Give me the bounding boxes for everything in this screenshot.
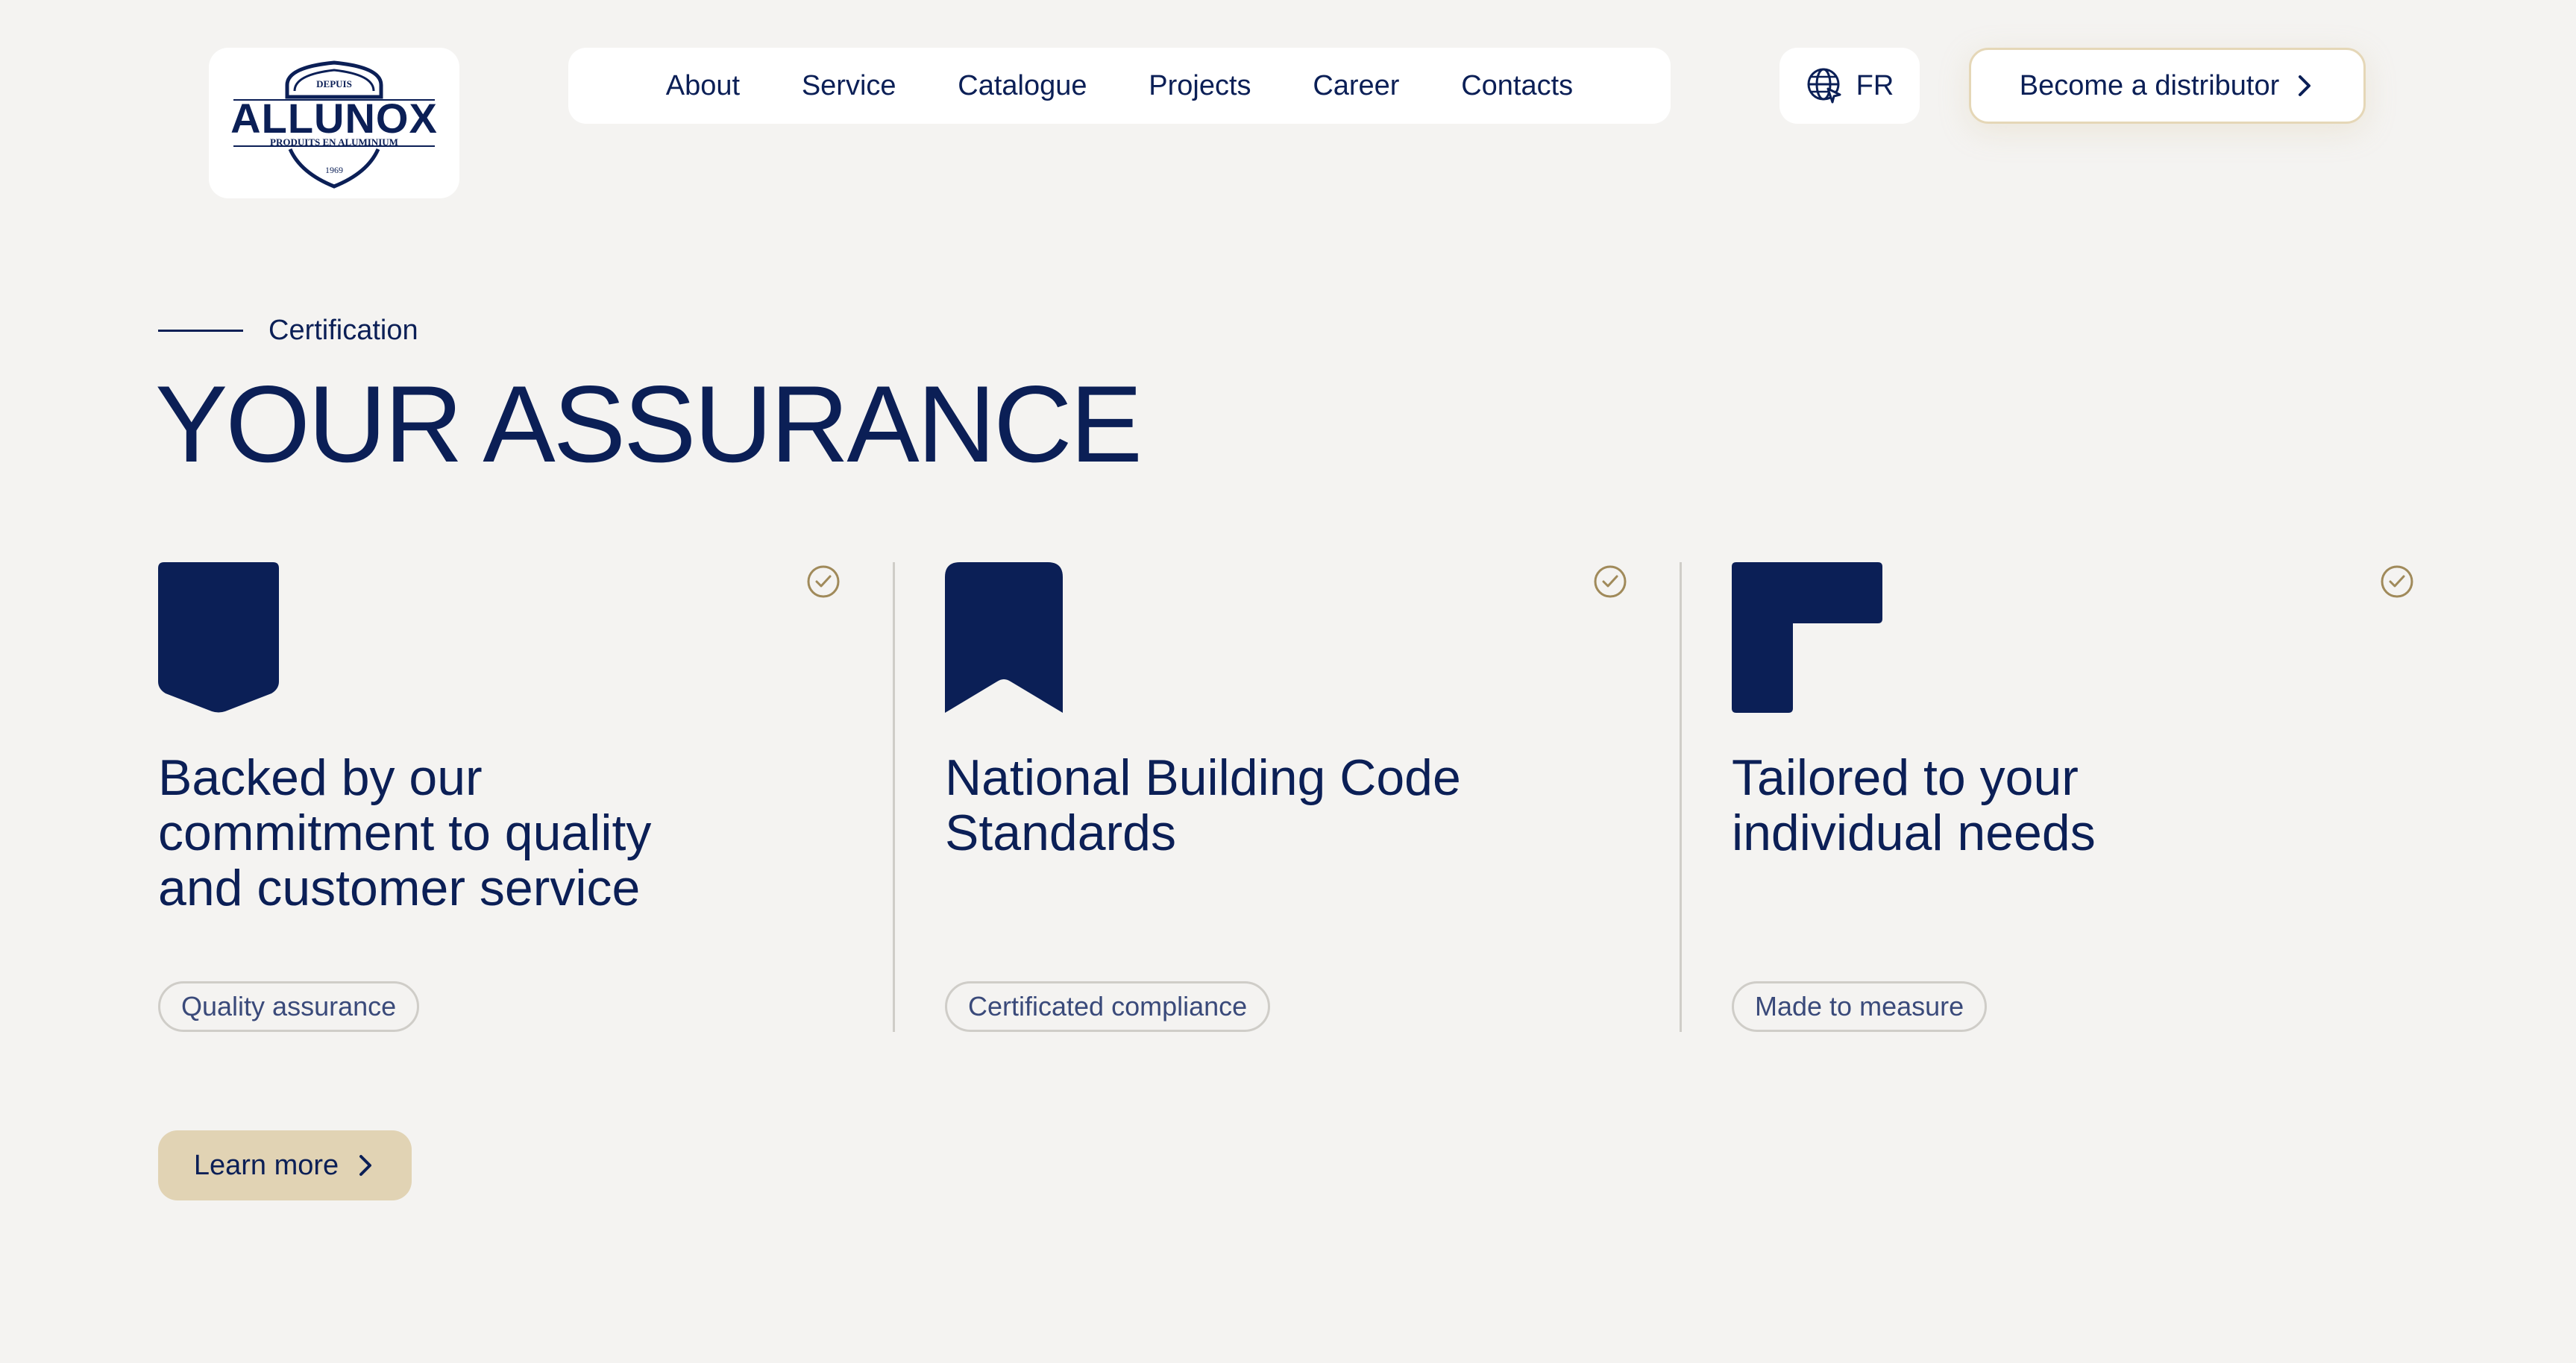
card-title: National Building Code Standards (945, 749, 1461, 861)
eyebrow-rule (158, 330, 243, 332)
logo-tagline: PRODUITS EN ALUMINIUM (270, 136, 398, 148)
logo-year: 1969 (325, 165, 343, 175)
become-distributor-label: Become a distributor (2019, 69, 2280, 101)
learn-more-button[interactable]: Learn more (158, 1130, 412, 1200)
globe-icon (1807, 68, 1841, 104)
learn-more-label: Learn more (193, 1149, 339, 1181)
assurance-card-quality: Backed by our commitment to quality and … (158, 562, 904, 1032)
assurance-card-compliance: National Building Code Standards Certifi… (945, 562, 1691, 1032)
logo[interactable]: DEPUIS ALLUNOX PRODUITS EN ALUMINIUM 196… (209, 48, 459, 198)
nav-service[interactable]: Service (802, 70, 896, 102)
nav-catalogue[interactable]: Catalogue (958, 70, 1087, 102)
language-switcher[interactable]: FR (1779, 48, 1920, 124)
card-title: Tailored to your individual needs (1732, 749, 2096, 861)
check-circle-icon (1594, 565, 1627, 598)
nav-career[interactable]: Career (1313, 70, 1399, 102)
page: DEPUIS ALLUNOX PRODUITS EN ALUMINIUM 196… (0, 0, 2576, 1363)
card-title: Backed by our commitment to quality and … (158, 749, 652, 916)
shield-icon (158, 562, 279, 713)
eyebrow-text: Certification (268, 315, 418, 346)
allunox-logo-icon: DEPUIS ALLUNOX PRODUITS EN ALUMINIUM 196… (230, 60, 438, 189)
corner-bracket-icon (1732, 562, 1882, 713)
card-tag: Certificated compliance (945, 981, 1271, 1032)
become-distributor-button[interactable]: Become a distributor (1969, 48, 2366, 124)
card-tag: Quality assurance (158, 981, 420, 1032)
nav-about[interactable]: About (666, 70, 740, 102)
chevron-right-icon (2299, 75, 2311, 96)
section-eyebrow: Certification (158, 315, 418, 347)
main-nav: About Service Catalogue Projects Career … (568, 48, 1671, 124)
nav-contacts[interactable]: Contacts (1461, 70, 1573, 102)
logo-brand: ALLUNOX (230, 95, 438, 142)
bookmark-icon (945, 562, 1063, 713)
nav-projects[interactable]: Projects (1149, 70, 1251, 102)
language-code: FR (1856, 69, 1894, 101)
chevron-right-icon (359, 1155, 372, 1176)
check-circle-icon (807, 565, 840, 598)
card-tag: Made to measure (1732, 981, 1988, 1032)
check-circle-icon (2381, 565, 2413, 598)
section-title: YOUR ASSURANCE (155, 363, 1143, 485)
assurance-card-made-to-measure: Tailored to your individual needs Made t… (1732, 562, 2478, 1032)
logo-top-text: DEPUIS (316, 78, 352, 89)
